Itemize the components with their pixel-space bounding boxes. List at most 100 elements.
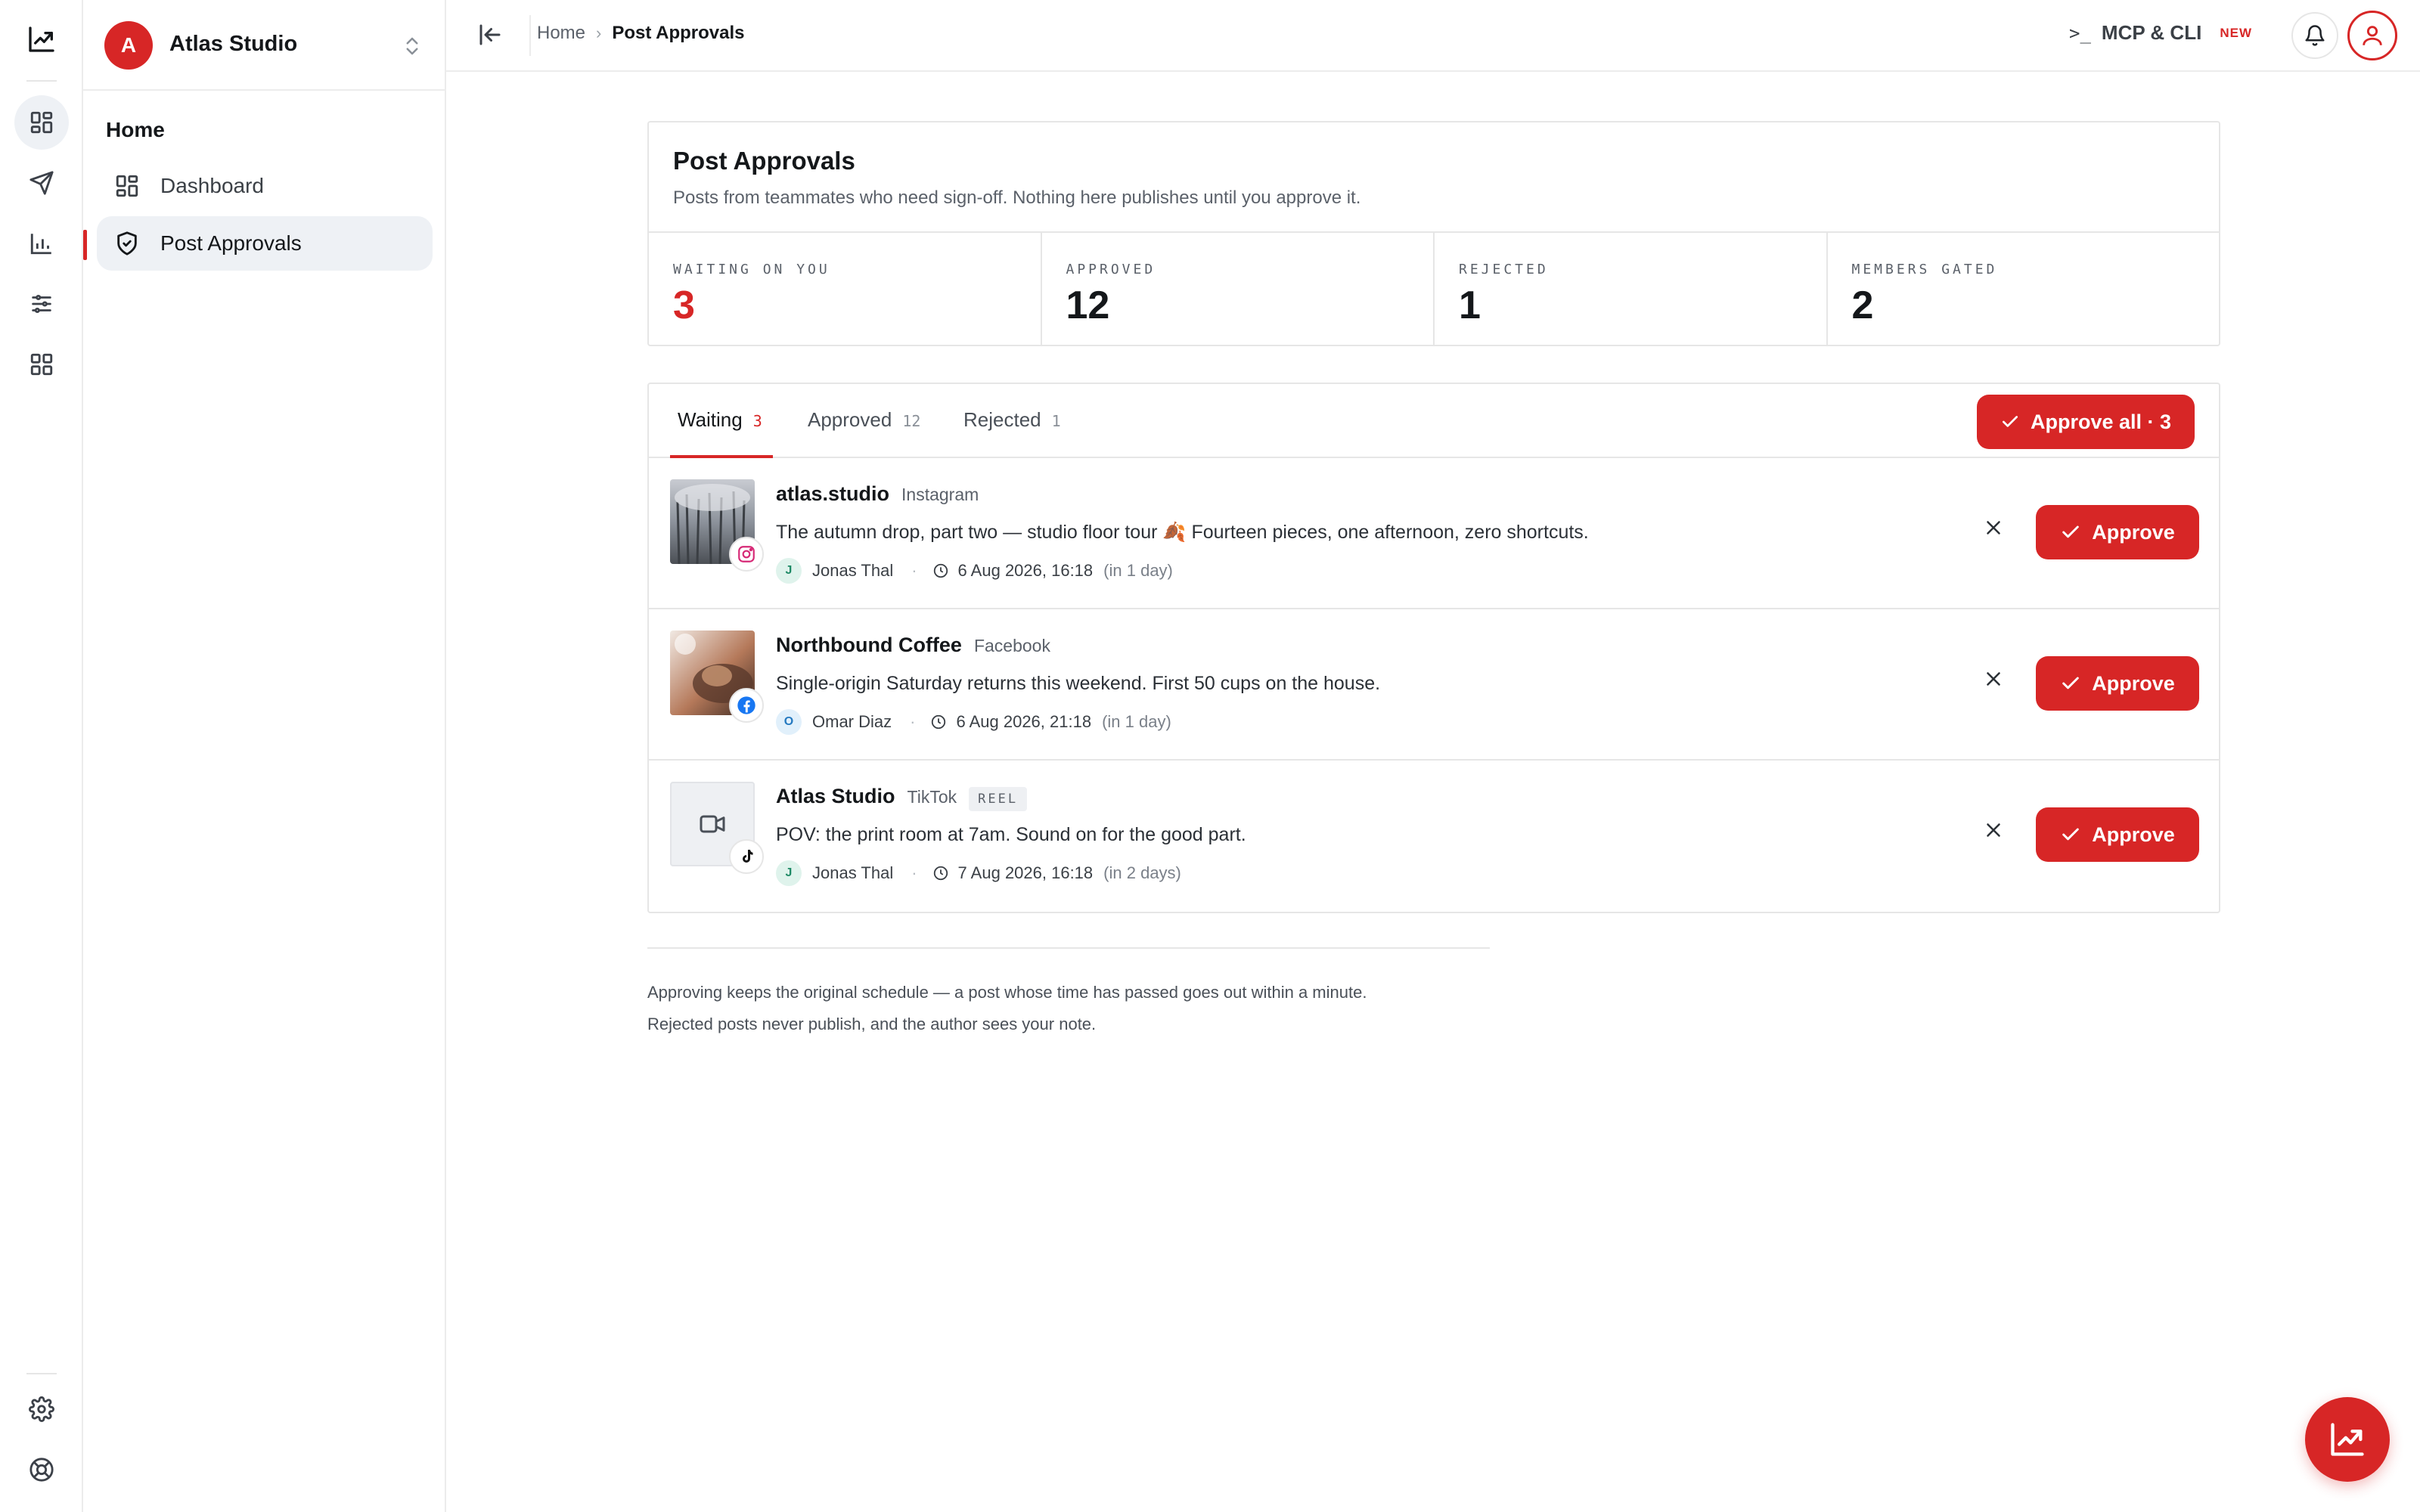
account-name: Atlas Studio [776,785,895,807]
analytics-icon[interactable] [14,216,69,271]
chevron-up-down-icon [401,33,424,59]
post-account: Northbound Coffee Facebook [776,634,1050,657]
approve-all-label: Approve all · 3 [2030,410,2172,433]
shield-check-icon [112,228,142,259]
check-icon [2062,828,2080,841]
reject-x-icon[interactable] [1978,815,2009,845]
sidebar-item-dashboard[interactable]: Dashboard [97,159,433,213]
tab-count: 12 [902,412,921,430]
instagram-icon [729,537,764,572]
stat-rejected: REJECTED 1 [1435,233,1828,345]
tab-label: Rejected [963,408,1041,431]
footer-line: Rejected posts never publish, and the au… [647,1015,1097,1033]
collapse-sidebar-icon[interactable] [476,21,504,48]
approvals-summary-card: Post Approvals Posts from teammates who … [647,121,2220,346]
clock-icon [930,714,947,730]
stat-label: REJECTED [1459,262,1549,277]
sidebar-item-label: Post Approvals [160,231,302,255]
author-name: Jonas Thal [812,863,894,882]
chevron-right-icon: › [596,23,602,42]
check-icon [2062,677,2080,689]
approve-button[interactable]: Approve [2036,505,2199,559]
compose-fab-icon[interactable] [2305,1397,2390,1482]
tab-count: 3 [752,412,762,430]
tab-waiting[interactable]: Waiting 3 [678,408,762,432]
author-name: Jonas Thal [812,561,894,580]
icon-rail [0,0,83,1512]
tiktok-icon [729,839,764,874]
tab-label: Approved [808,408,892,431]
sidebar-item-post-approvals[interactable]: Post Approvals [97,216,433,271]
terminal-icon: >_ [2069,22,2091,44]
relative-time: (in 2 days) [1103,863,1181,882]
network-name: Instagram [901,485,979,504]
stat-waiting: WAITING ON YOU 3 [649,233,1042,345]
workspace-switcher[interactable]: A Atlas Studio [83,0,445,91]
reel-badge: REEL [969,787,1028,811]
reject-x-icon[interactable] [1978,664,2009,694]
stat-members-gated: MEMBERS GATED 2 [1828,233,2220,345]
stat-label: MEMBERS GATED [1851,262,1998,277]
topbar-divider [529,15,531,56]
settings-icon[interactable] [14,1382,69,1436]
new-badge: NEW [2220,25,2252,40]
footer-line: Approving keeps the original schedule — … [647,983,1367,1002]
schedule-time: 7 Aug 2026, 16:18 [957,863,1094,882]
stat-label: WAITING ON YOU [673,262,830,277]
stat-value: 2 [1851,284,1874,327]
post-row: atlas.studio Instagram The autumn drop, … [649,458,2219,609]
user-avatar-icon[interactable] [2347,11,2397,60]
approve-button[interactable]: Approve [2036,807,2199,862]
relative-time: (in 1 day) [1102,712,1171,731]
stats-row: WAITING ON YOU 3 APPROVED 12 REJECTED 1 … [649,233,2219,345]
breadcrumb-home[interactable]: Home [537,23,585,44]
post-meta: J Jonas Thal · 6 Aug 2026, 16:18 (in 1 d… [776,558,1173,584]
workspace-avatar: A [104,21,153,70]
approvals-list-card: Waiting 3 Approved 12 Rejected 1 Approve… [647,383,2220,913]
post-text: POV: the print room at 7am. Sound on for… [776,824,1246,845]
approve-label: Approve [2092,520,2175,544]
notifications-bell-icon[interactable] [2291,12,2338,59]
page-title: Post Approvals [673,147,855,175]
approve-button[interactable]: Approve [2036,656,2199,711]
approve-label: Approve [2092,671,2175,695]
top-bar: Home › Post Approvals >_ MCP & CLI NEW [446,0,2420,72]
network-name: Facebook [973,636,1050,655]
post-account: atlas.studio Instagram [776,482,979,506]
tabs-bar: Waiting 3 Approved 12 Rejected 1 Approve… [649,384,2219,458]
sidebar-section-title: Home [106,118,165,141]
apps-icon[interactable] [14,337,69,392]
rail-divider [26,80,57,82]
mcp-cli-link[interactable]: >_ MCP & CLI NEW [2069,21,2252,45]
post-thumbnail [670,631,764,723]
dashboard-rail-icon[interactable] [14,95,69,150]
active-indicator [83,230,87,260]
check-icon [2062,525,2080,538]
tab-rejected[interactable]: Rejected 1 [963,408,1061,432]
help-lifebuoy-icon[interactable] [14,1442,69,1497]
send-icon[interactable] [14,156,69,210]
sliders-icon[interactable] [14,277,69,331]
logo-icon[interactable] [14,12,69,67]
author-avatar: O [776,709,802,735]
post-meta: O Omar Diaz · 6 Aug 2026, 21:18 (in 1 da… [776,709,1171,735]
post-meta: J Jonas Thal · 7 Aug 2026, 16:18 (in 2 d… [776,860,1181,886]
tab-count: 1 [1051,412,1061,430]
workspace-name: Atlas Studio [169,32,298,56]
post-row: Atlas Studio TikTok REEL POV: the print … [649,761,2219,912]
post-account: Atlas Studio TikTok REEL [776,785,1028,811]
network-name: TikTok [907,787,957,807]
tab-approved[interactable]: Approved 12 [808,408,920,432]
schedule-time: 6 Aug 2026, 16:18 [957,561,1094,580]
approve-all-button[interactable]: Approve all · 3 [1977,395,2195,449]
reject-x-icon[interactable] [1978,513,2009,543]
rail-divider [26,1373,57,1374]
approve-label: Approve [2092,823,2175,846]
account-name: Northbound Coffee [776,634,962,656]
author-avatar: J [776,558,802,584]
page-subtitle: Posts from teammates who need sign-off. … [673,187,1361,208]
stat-value: 12 [1066,284,1110,327]
stat-approved: APPROVED 12 [1042,233,1435,345]
stat-value: 1 [1459,284,1481,327]
author-name: Omar Diaz [812,712,892,731]
